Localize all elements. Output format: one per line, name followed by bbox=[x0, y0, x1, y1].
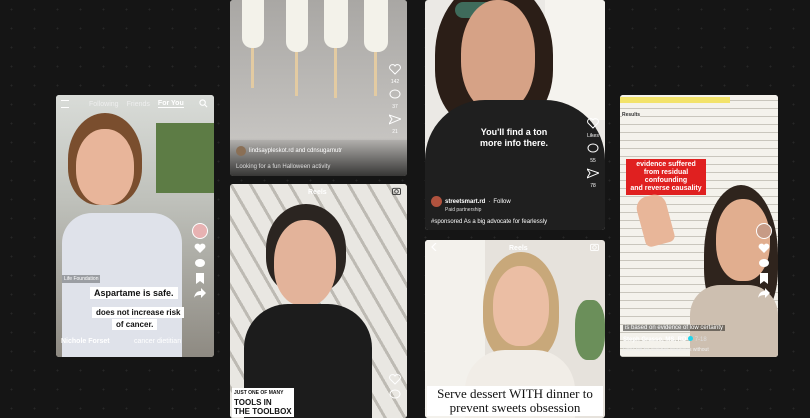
red-line-1: evidence suffered bbox=[636, 161, 696, 168]
tab-following[interactable]: Following bbox=[89, 101, 119, 108]
verified-icon bbox=[688, 336, 694, 341]
top-bar: Reels bbox=[230, 184, 407, 200]
comment-icon[interactable] bbox=[194, 258, 206, 269]
menu-icon[interactable] bbox=[61, 100, 69, 108]
ghost-pop-2 bbox=[286, 0, 308, 52]
video-card-toolbox[interactable]: Reels JUST ONE OF MANY TOOLS IN THE TOOL… bbox=[230, 184, 407, 418]
red-line-3: and reverse causality bbox=[630, 185, 702, 192]
reels-header: Reels bbox=[308, 188, 327, 196]
author-name[interactable]: Nichole Forset bbox=[61, 338, 110, 345]
author-handle-overlay: cancer dietitian bbox=[134, 338, 182, 345]
action-rail bbox=[756, 223, 772, 298]
ghost-pop-3 bbox=[324, 0, 348, 48]
camera-icon[interactable] bbox=[392, 187, 401, 197]
author-row: Steph Grasso, MS, RD 7-18 bbox=[623, 336, 707, 343]
author-handle[interactable]: lindsaypleskot.rd and cdnsugarnutr bbox=[249, 148, 342, 154]
share-count: 21 bbox=[392, 129, 398, 135]
video-card-aspartame[interactable]: Following Friends For You Aspartame is s… bbox=[56, 95, 214, 357]
search-icon[interactable] bbox=[199, 98, 208, 110]
author-row: streetsmart.rd · Follow bbox=[431, 196, 511, 207]
author-name[interactable]: Steph Grasso, MS, RD bbox=[623, 337, 686, 343]
like-count: 142 bbox=[390, 79, 400, 85]
send-icon[interactable] bbox=[587, 168, 599, 179]
video-card-steph-grasso[interactable]: Results evidence suffered from residual … bbox=[620, 95, 778, 357]
avatar[interactable] bbox=[756, 223, 772, 239]
bookmark-icon[interactable] bbox=[759, 273, 769, 284]
tab-friends[interactable]: Friends bbox=[127, 101, 150, 108]
background-plant bbox=[156, 123, 214, 193]
person-face bbox=[461, 0, 535, 112]
heart-icon[interactable] bbox=[194, 243, 206, 254]
toolbox-line-2: TOOLS IN bbox=[234, 398, 272, 407]
video-card-streetsmart[interactable]: You'll find a ton more info there. Likes… bbox=[425, 0, 605, 230]
share-icon[interactable] bbox=[194, 288, 206, 298]
comment-icon[interactable] bbox=[587, 143, 599, 154]
toolbox-line-3: THE TOOLBOX bbox=[234, 407, 292, 416]
ghost-pop-1 bbox=[242, 0, 264, 48]
share-icon[interactable] bbox=[758, 288, 770, 298]
post-caption: Don't fall for clickbait headlines witho… bbox=[623, 347, 709, 353]
heart-icon[interactable] bbox=[389, 374, 401, 385]
share-count: 78 bbox=[590, 183, 596, 189]
heart-icon[interactable] bbox=[758, 243, 770, 254]
video-caption: You'll find a ton more info there. bbox=[479, 127, 548, 148]
toolbox-label: JUST ONE OF MANY TOOLS IN THE TOOLBOX bbox=[232, 388, 294, 417]
top-bar: Reels bbox=[425, 240, 605, 256]
dessert-caption: Serve dessert WITH dinner to prevent swe… bbox=[427, 386, 603, 416]
follow-button[interactable]: Follow bbox=[493, 199, 510, 205]
red-label-box: evidence suffered from residual confound… bbox=[626, 159, 706, 195]
comment-icon[interactable] bbox=[758, 258, 770, 269]
video-card-dessert[interactable]: Reels Serve dessert WITH dinner to preve… bbox=[425, 240, 605, 418]
action-rail bbox=[192, 223, 208, 298]
comment-icon[interactable] bbox=[389, 389, 401, 400]
avatar[interactable] bbox=[236, 146, 246, 156]
caption-no-risk: does not increase risk bbox=[92, 307, 185, 318]
person-face bbox=[493, 266, 549, 346]
comment-icon[interactable] bbox=[389, 89, 401, 100]
camera-icon[interactable] bbox=[590, 243, 599, 253]
tab-for-you[interactable]: For You bbox=[157, 100, 184, 108]
author-row: lindsaypleskot.rd and cdnsugarnutr bbox=[236, 146, 342, 156]
post-caption: #sponsored As a big advocate for fearles… bbox=[431, 219, 548, 225]
action-rail: 142 37 21 bbox=[389, 64, 401, 135]
doc-heading: Results bbox=[622, 112, 641, 118]
org-label: Life Foundation bbox=[62, 275, 101, 283]
background-plant bbox=[575, 300, 605, 360]
heart-icon[interactable] bbox=[587, 118, 599, 129]
send-icon[interactable] bbox=[389, 114, 401, 125]
likes-label: Likes bbox=[587, 133, 599, 139]
highlight-bar bbox=[620, 97, 730, 103]
paid-partnership: Paid partnership bbox=[445, 207, 482, 213]
post-time: 7-18 bbox=[694, 337, 707, 343]
avatar[interactable] bbox=[431, 196, 442, 207]
person-shirt bbox=[62, 213, 182, 357]
comment-count: 37 bbox=[392, 104, 398, 110]
comment-count: 55 bbox=[590, 158, 596, 164]
post-caption: Looking for a fun Halloween activity bbox=[236, 164, 331, 170]
bookmark-icon[interactable] bbox=[195, 273, 205, 284]
red-line-2: from residual confounding bbox=[643, 169, 689, 184]
evidence-caption: is based on evidence of low certainty bbox=[623, 325, 726, 331]
person-face bbox=[76, 129, 134, 205]
person-face bbox=[274, 220, 336, 306]
action-rail: Likes 55 78 bbox=[587, 118, 599, 189]
action-rail bbox=[389, 374, 401, 400]
top-nav: Following Friends For You bbox=[56, 95, 214, 113]
heart-icon[interactable] bbox=[389, 64, 401, 75]
author-handle[interactable]: streetsmart.rd bbox=[445, 199, 485, 205]
caption-cancer: of cancer. bbox=[112, 319, 158, 330]
avatar[interactable] bbox=[192, 223, 208, 239]
toolbox-line-1: JUST ONE OF MANY bbox=[234, 390, 284, 396]
caption-aspartame-safe: Aspartame is safe. bbox=[90, 287, 178, 299]
ghost-pop-4 bbox=[364, 0, 388, 52]
back-arrow-icon[interactable] bbox=[431, 242, 437, 253]
dot-separator: · bbox=[488, 198, 491, 205]
video-card-halloween[interactable]: 142 37 21 lindsaypleskot.rd and cdnsugar… bbox=[230, 0, 407, 176]
reels-header: Reels bbox=[509, 244, 528, 252]
